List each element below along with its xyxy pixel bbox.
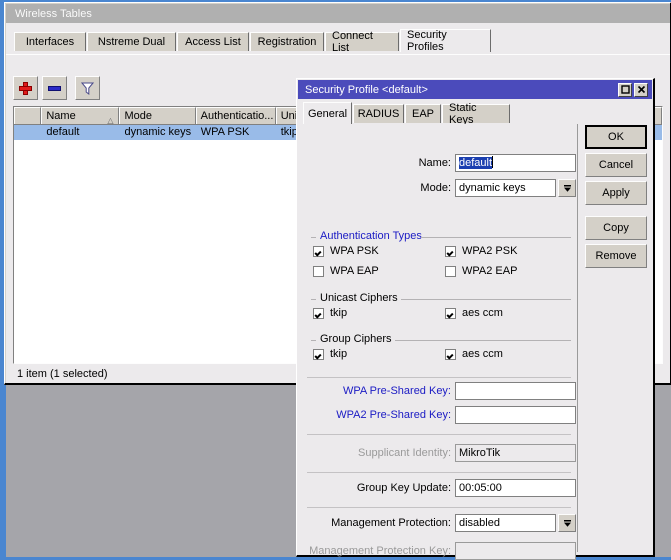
label-unicast-tkip: tkip: [330, 307, 348, 319]
window-titlebar[interactable]: Wireless Tables: [6, 4, 670, 23]
column-header-name-label: Name: [46, 110, 76, 122]
management-protection-key-input: [455, 542, 576, 560]
column-header-name[interactable]: Name △: [41, 107, 120, 124]
wpa-psk-key-input[interactable]: [455, 382, 576, 400]
close-icon: [637, 85, 645, 94]
cell-authentication: WPA PSK: [200, 126, 250, 138]
group-key-update-label: Group Key Update:: [356, 482, 451, 494]
label-group-tkip: tkip: [330, 348, 348, 360]
group-line-group: [395, 340, 571, 341]
checkbox-wpa-eap[interactable]: [313, 266, 324, 277]
group-line-auth: [421, 237, 571, 238]
group-ciphers-group-title: Group Ciphers: [317, 333, 395, 345]
tab-connect-list[interactable]: Connect List: [325, 30, 399, 54]
cell-mode: dynamic keys: [124, 126, 192, 138]
wpa2-psk-key-label: WPA2 Pre-Shared Key:: [336, 409, 451, 421]
filter-button[interactable]: [75, 76, 100, 100]
management-protection-key-label: Management Protection Key:: [309, 545, 451, 557]
dialog-tab-static-keys[interactable]: Static Keys: [442, 102, 510, 126]
dialog-titlebar[interactable]: Security Profile <default>: [298, 80, 652, 99]
chevron-down-icon: [563, 184, 571, 192]
checkbox-wpa2-psk[interactable]: [445, 246, 456, 257]
tab-registration[interactable]: Registration: [250, 32, 324, 51]
checkbox-group-aesccm[interactable]: [445, 349, 456, 360]
checkbox-wpa2-eap[interactable]: [445, 266, 456, 277]
label-wpa2-psk: WPA2 PSK: [462, 245, 518, 257]
main-toolbar: [13, 76, 103, 102]
column-header-mode[interactable]: Mode: [119, 107, 196, 124]
dialog-tab-radius[interactable]: RADIUS: [353, 104, 404, 123]
dialog-title: Security Profile <default>: [305, 83, 428, 96]
window-title: Wireless Tables: [15, 7, 92, 20]
wpa2-psk-key-input[interactable]: [455, 406, 576, 424]
label-unicast-aesccm: aes ccm: [462, 307, 503, 319]
group-tick-auth: [311, 237, 316, 238]
copy-button[interactable]: Copy: [585, 216, 647, 240]
plus-icon: [19, 81, 32, 95]
apply-button[interactable]: Apply: [585, 181, 647, 205]
column-header-authentication[interactable]: Authenticatio...: [195, 107, 276, 124]
cancel-button[interactable]: Cancel: [585, 153, 647, 177]
dialog-tab-general[interactable]: General: [303, 102, 352, 124]
cell-name: default: [46, 126, 80, 138]
ok-button[interactable]: OK: [585, 125, 647, 149]
column-header-marker[interactable]: [14, 107, 42, 124]
supplicant-identity-input: MikroTik: [455, 444, 576, 462]
tabstrip-underline: [6, 54, 670, 55]
text-caret: [492, 156, 494, 168]
management-protection-input[interactable]: disabled: [455, 514, 556, 532]
dialog-body: General RADIUS EAP Static Keys Name: def…: [298, 99, 652, 560]
divider-1: [307, 377, 571, 378]
dialog-button-column: OK Cancel Apply Copy Remove: [583, 124, 651, 554]
name-label: Name:: [418, 157, 451, 169]
supplicant-identity-label: Supplicant Identity:: [358, 447, 451, 459]
divider-2: [307, 434, 571, 435]
wpa-psk-key-label: WPA Pre-Shared Key:: [342, 385, 451, 397]
maximize-icon: [620, 85, 630, 94]
name-input[interactable]: default: [455, 154, 576, 172]
tab-nstreme-dual[interactable]: Nstreme Dual: [87, 32, 176, 51]
security-profile-dialog: Security Profile <default> General RADIU…: [296, 78, 655, 560]
unicast-ciphers-group-title: Unicast Ciphers: [317, 292, 401, 304]
tab-security-profiles[interactable]: Security Profiles: [400, 29, 491, 53]
dialog-general-panel: Name: default Mode: dynamic keys Authent…: [303, 124, 578, 560]
sort-ascending-icon: △: [107, 116, 114, 124]
main-tabstrip: Interfaces Nstreme Dual Access List Regi…: [6, 29, 670, 55]
remove-button-dialog[interactable]: Remove: [585, 244, 647, 268]
group-key-update-input[interactable]: 00:05:00: [455, 479, 576, 497]
close-button[interactable]: [634, 82, 648, 97]
remove-button[interactable]: [42, 76, 67, 100]
tab-access-list[interactable]: Access List: [177, 32, 249, 51]
group-tick-group: [311, 340, 316, 341]
row-marker: [14, 125, 41, 140]
checkbox-wpa-psk[interactable]: [313, 246, 324, 257]
chevron-down-icon: [563, 519, 571, 527]
screen: Wireless Tables Interfaces Nstreme Dual …: [0, 0, 671, 560]
label-wpa2-eap: WPA2 EAP: [462, 265, 518, 277]
funnel-icon: [81, 82, 94, 95]
auth-types-group-title: Authentication Types: [317, 230, 425, 242]
group-tick-unicast: [311, 299, 316, 300]
mode-label: Mode:: [420, 182, 451, 194]
divider-3: [307, 472, 571, 473]
mode-dropdown-button[interactable]: [558, 179, 576, 197]
name-input-value: default: [459, 157, 493, 169]
divider-4: [307, 507, 571, 508]
checkbox-group-tkip[interactable]: [313, 349, 324, 360]
minus-icon: [48, 85, 61, 91]
management-protection-dropdown-button[interactable]: [558, 514, 576, 532]
label-group-aesccm: aes ccm: [462, 348, 503, 360]
dialog-tab-eap[interactable]: EAP: [405, 104, 441, 123]
maximize-button[interactable]: [618, 82, 632, 97]
management-protection-label: Management Protection:: [331, 517, 451, 529]
tab-interfaces[interactable]: Interfaces: [14, 32, 86, 51]
checkbox-unicast-aesccm[interactable]: [445, 308, 456, 319]
dialog-window-buttons: [618, 82, 652, 97]
checkbox-unicast-tkip[interactable]: [313, 308, 324, 319]
mode-input[interactable]: dynamic keys: [455, 179, 556, 197]
label-wpa-eap: WPA EAP: [330, 265, 379, 277]
group-line-unicast: [401, 299, 571, 300]
add-button[interactable]: [13, 76, 38, 100]
label-wpa-psk: WPA PSK: [330, 245, 379, 257]
